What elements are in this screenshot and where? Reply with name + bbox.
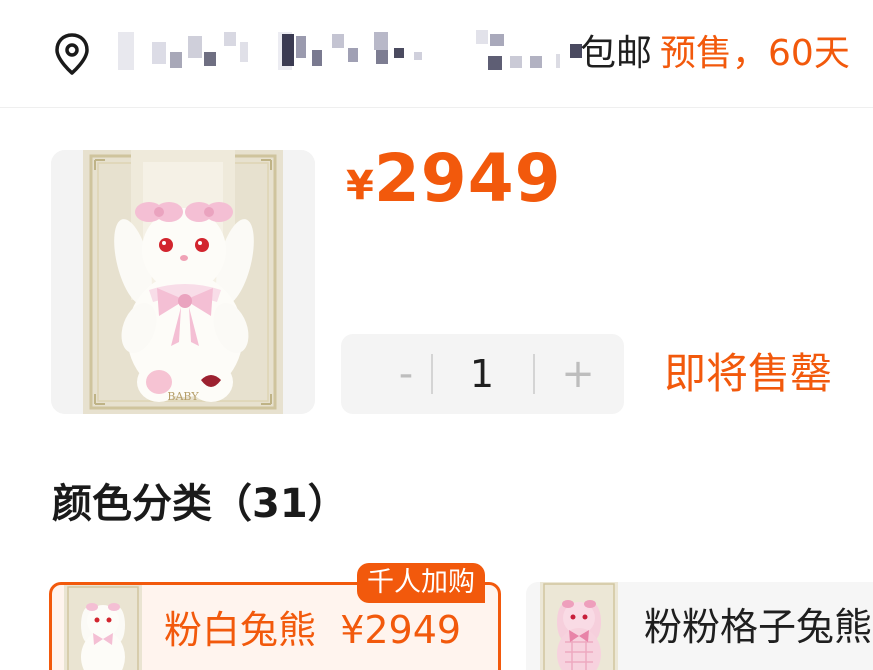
svg-text:BABY: BABY (167, 390, 199, 403)
variant-name: 粉粉格子兔熊 (644, 605, 873, 649)
location-pin-icon (55, 33, 89, 75)
variant-thumbnail (540, 582, 618, 670)
popular-badge: 千人加购 (357, 563, 485, 603)
currency-symbol: ¥ (346, 163, 374, 209)
free-shipping-label: 包邮 (580, 33, 653, 74)
product-price: ¥2949 (346, 140, 562, 217)
address-mosaic (112, 28, 582, 74)
presale-label: 预售，60天 (660, 33, 850, 74)
variant-thumbnail (64, 585, 142, 670)
shipping-row[interactable]: 包邮 预售，60天 (0, 0, 873, 108)
product-image[interactable]: BABY (51, 150, 315, 414)
variant-name: 粉白兔熊 (164, 608, 317, 652)
variant-label: 粉白兔熊 ¥2949 (164, 605, 461, 655)
variant-option[interactable]: 粉粉格子兔熊 (526, 582, 873, 670)
shipping-info: 包邮 预售，60天 (580, 30, 850, 78)
increase-quantity-button[interactable]: + (533, 334, 623, 414)
price-amount: 2949 (373, 140, 562, 217)
quantity-value[interactable]: 1 (433, 334, 531, 414)
color-category-title: 颜色分类（31） (52, 481, 348, 527)
stock-status: 即将售罄 (664, 349, 833, 398)
quantity-stepper: - 1 + (341, 334, 624, 414)
variant-price: ¥2949 (340, 608, 462, 652)
plush-bunny-image: BABY (51, 150, 315, 414)
